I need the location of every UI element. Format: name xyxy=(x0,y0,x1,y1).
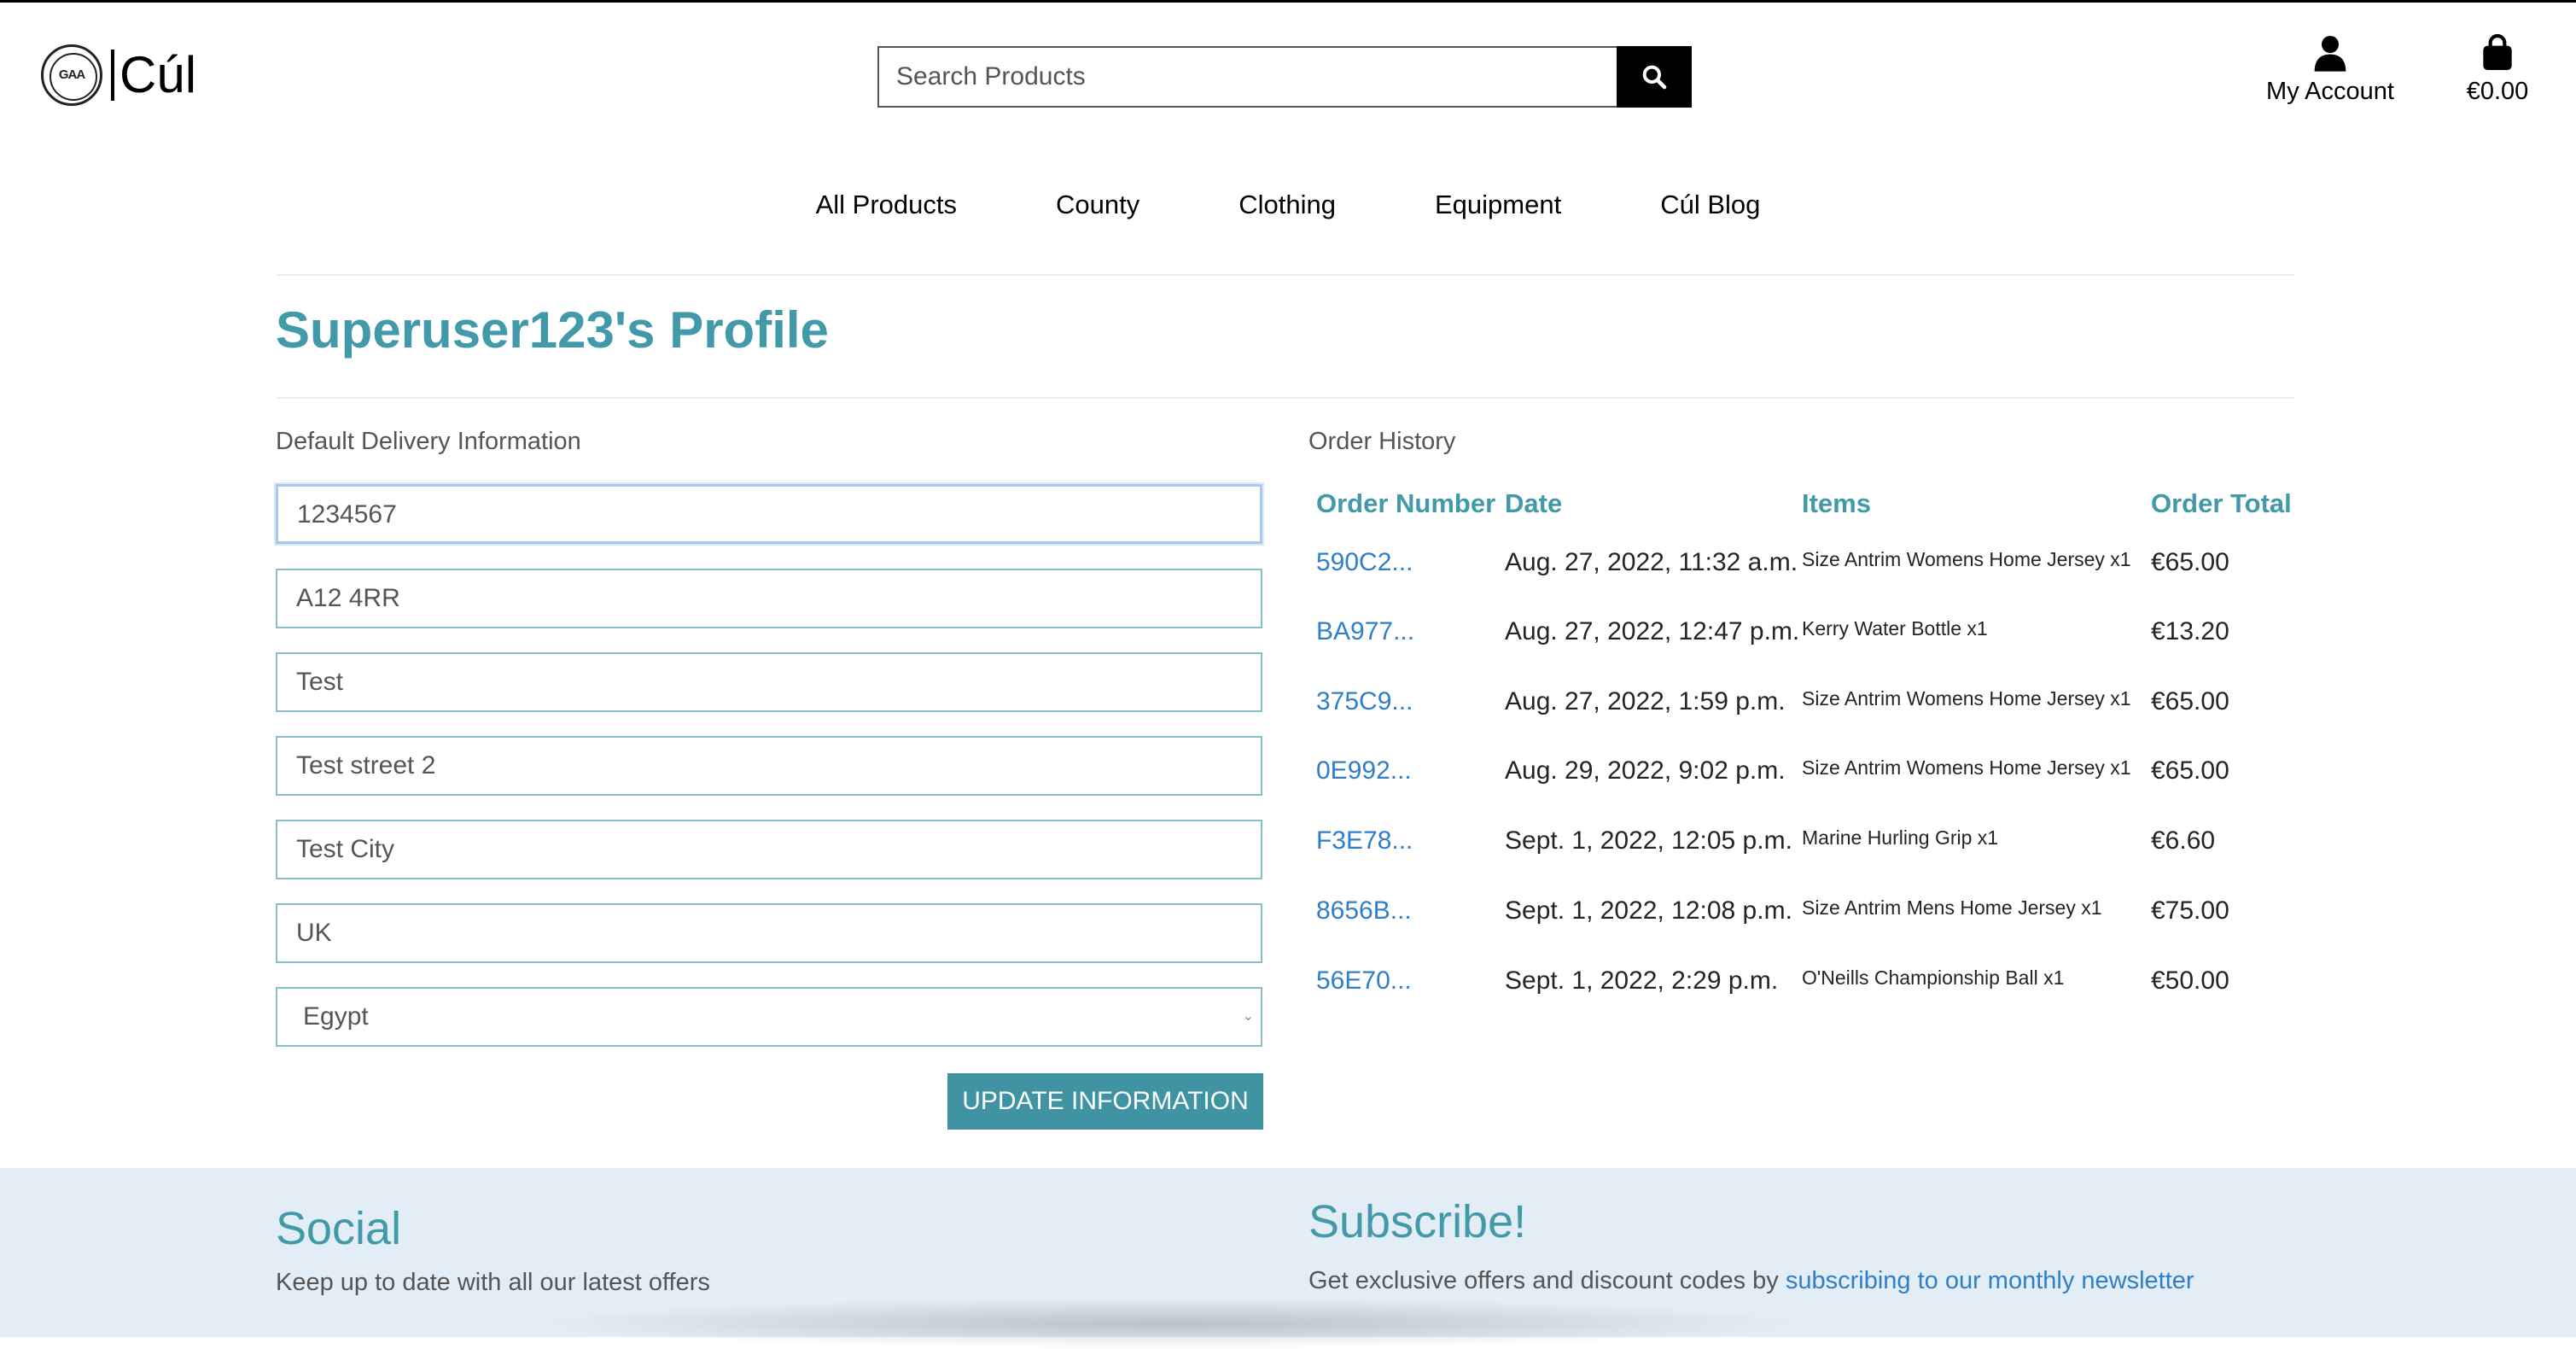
newsletter-link[interactable]: subscribing to our monthly newsletter xyxy=(1786,1267,2194,1294)
order-items: Size Antrim Womens Home Jersey x1 xyxy=(1802,687,2131,710)
window-top-border xyxy=(0,0,2576,3)
order-date: Sept. 1, 2022, 2:29 p.m. xyxy=(1505,966,1779,995)
order-date: Aug. 27, 2022, 11:32 a.m. xyxy=(1505,548,1798,576)
col-date: Date xyxy=(1505,488,1563,518)
my-account-label: My Account xyxy=(2266,78,2394,105)
subscribe-text: Get exclusive offers and discount codes … xyxy=(1308,1267,2194,1295)
county-field[interactable]: UK xyxy=(276,903,1262,963)
order-total: €50.00 xyxy=(2151,966,2229,995)
order-total: €6.60 xyxy=(2151,826,2216,855)
order-items: Size Antrim Mens Home Jersey x1 xyxy=(1802,896,2102,919)
order-items: O'Neills Championship Ball x1 xyxy=(1802,966,2065,989)
divider xyxy=(276,274,2295,276)
subscribe-heading: Subscribe! xyxy=(1308,1196,1527,1247)
delivery-section-label: Default Delivery Information xyxy=(276,428,581,455)
order-items: Size Antrim Womens Home Jersey x1 xyxy=(1802,548,2131,570)
order-date: Sept. 1, 2022, 12:05 p.m. xyxy=(1505,826,1792,855)
order-number-link[interactable]: 56E70... xyxy=(1316,966,1412,996)
order-number-link[interactable]: F3E78... xyxy=(1316,826,1413,856)
update-information-button[interactable]: UPDATE INFORMATION xyxy=(947,1073,1263,1130)
window-shadow xyxy=(529,1298,1810,1349)
emblem-text: GAA xyxy=(58,67,85,82)
order-total: €13.20 xyxy=(2151,617,2229,645)
order-date: Aug. 27, 2022, 1:59 p.m. xyxy=(1505,687,1786,715)
country-selected-value: Egypt xyxy=(303,1002,369,1031)
nav-clothing[interactable]: Clothing xyxy=(1189,190,1385,220)
social-text: Keep up to date with all our latest offe… xyxy=(276,1269,710,1296)
search-bar xyxy=(877,46,1692,108)
page-title: Superuser123's Profile xyxy=(276,301,829,359)
order-items: Marine Hurling Grip x1 xyxy=(1802,826,1999,849)
town-field[interactable]: Test xyxy=(276,652,1262,712)
nav-all-products[interactable]: All Products xyxy=(766,190,1006,220)
order-number-link[interactable]: 590C2... xyxy=(1316,548,1413,577)
shopping-bag-icon xyxy=(2483,34,2512,70)
order-total: €75.00 xyxy=(2151,896,2229,925)
order-total: €65.00 xyxy=(2151,687,2229,715)
gaa-emblem-icon: GAA xyxy=(41,44,102,106)
search-input[interactable] xyxy=(877,46,1617,108)
subscribe-text-body: Get exclusive offers and discount codes … xyxy=(1308,1267,1786,1294)
order-total: €65.00 xyxy=(2151,548,2229,576)
brand-name: Cúl xyxy=(111,50,196,101)
order-items: Kerry Water Bottle x1 xyxy=(1802,617,1988,639)
order-number-link[interactable]: 8656B... xyxy=(1316,896,1412,926)
divider xyxy=(276,397,2295,399)
col-items: Items xyxy=(1802,488,1871,518)
chevron-down-icon: ⌄ xyxy=(1242,1009,1254,1024)
country-select[interactable]: Egypt ⌄ xyxy=(276,987,1262,1047)
my-account-link[interactable]: My Account xyxy=(2253,34,2407,106)
phone-number-field[interactable]: 1234567 xyxy=(276,484,1262,544)
search-icon xyxy=(1642,65,1667,90)
order-number-link[interactable]: 375C9... xyxy=(1316,687,1413,716)
postcode-field[interactable]: A12 4RR xyxy=(276,569,1262,628)
cart-total: €0.00 xyxy=(2466,78,2529,105)
city-field[interactable]: Test City xyxy=(276,820,1262,879)
search-button[interactable] xyxy=(1617,46,1692,108)
order-number-link[interactable]: 0E992... xyxy=(1316,756,1412,785)
order-date: Aug. 29, 2022, 9:02 p.m. xyxy=(1505,756,1786,785)
main-nav: All Products County Clothing Equipment C… xyxy=(0,190,2576,220)
order-items: Size Antrim Womens Home Jersey x1 xyxy=(1802,756,2131,779)
street-address-1-field[interactable]: Test street 2 xyxy=(276,736,1262,796)
order-date: Sept. 1, 2022, 12:08 p.m. xyxy=(1505,896,1792,925)
order-total: €65.00 xyxy=(2151,756,2229,785)
col-order-number: Order Number xyxy=(1316,488,1496,518)
user-icon xyxy=(2314,36,2346,72)
social-heading: Social xyxy=(276,1203,402,1254)
order-number-link[interactable]: BA977... xyxy=(1316,617,1414,646)
col-order-total: Order Total xyxy=(2151,488,2292,518)
nav-equipment[interactable]: Equipment xyxy=(1385,190,1611,220)
brand-logo[interactable]: GAA Cúl xyxy=(41,44,196,106)
nav-cul-blog[interactable]: Cúl Blog xyxy=(1611,190,1810,220)
order-history-label: Order History xyxy=(1308,428,1456,455)
cart-link[interactable]: €0.00 xyxy=(2446,34,2549,106)
nav-county[interactable]: County xyxy=(1006,190,1189,220)
order-date: Aug. 27, 2022, 12:47 p.m. xyxy=(1505,617,1800,645)
